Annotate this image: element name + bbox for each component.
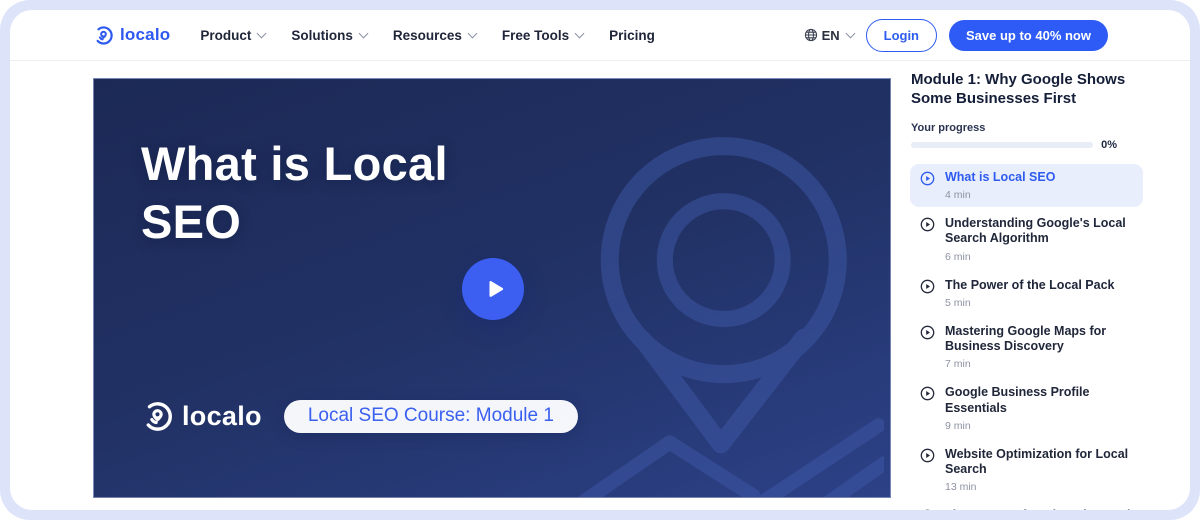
header: localo Product Solutions Resources Free … (10, 10, 1190, 61)
chevron-down-icon (575, 29, 585, 39)
lesson-item-website-optimization[interactable]: Website Optimization for Local Search 13… (910, 441, 1143, 500)
lesson-duration: 6 min (945, 251, 1133, 263)
nav-label: Product (200, 28, 251, 43)
lesson-title: Google Business Profile Essentials (945, 385, 1133, 416)
lesson-title: Understanding Google's Local Search Algo… (945, 216, 1133, 247)
lesson-title: Mastering Google Maps for Business Disco… (945, 324, 1133, 355)
main-content: What is Local SEO (10, 61, 1190, 510)
nav-item-resources[interactable]: Resources (393, 28, 476, 43)
nav-item-solutions[interactable]: Solutions (291, 28, 367, 43)
lesson-title: The Impact of Reviews in Local SEO (945, 508, 1133, 510)
page: localo Product Solutions Resources Free … (10, 10, 1190, 510)
nav-item-pricing[interactable]: Pricing (609, 28, 655, 43)
localo-pin-icon (141, 400, 174, 433)
chevron-down-icon (467, 29, 477, 39)
play-circle-icon (920, 509, 935, 510)
brand-name: localo (120, 25, 170, 45)
nav-item-free-tools[interactable]: Free Tools (502, 28, 583, 43)
main-nav: Product Solutions Resources Free Tools P… (200, 28, 655, 43)
play-circle-icon (920, 279, 935, 294)
nav-label: Free Tools (502, 28, 569, 43)
play-circle-icon (920, 171, 935, 186)
nav-label: Pricing (609, 28, 655, 43)
nav-label: Resources (393, 28, 462, 43)
language-selector[interactable]: EN (804, 28, 854, 43)
promo-cta-button[interactable]: Save up to 40% now (949, 20, 1108, 51)
header-actions: EN Login Save up to 40% now (804, 19, 1108, 52)
lesson-item-local-pack[interactable]: The Power of the Local Pack 5 min (910, 272, 1143, 315)
lesson-duration: 13 min (945, 481, 1133, 493)
play-circle-icon (920, 217, 935, 232)
nav-item-product[interactable]: Product (200, 28, 265, 43)
lesson-duration: 4 min (945, 189, 1055, 201)
language-code: EN (822, 28, 840, 43)
nav-label: Solutions (291, 28, 353, 43)
progress-value: 0% (1101, 139, 1117, 151)
progress-bar (911, 142, 1093, 148)
login-button[interactable]: Login (866, 19, 937, 52)
video-player[interactable]: What is Local SEO (93, 78, 891, 498)
lesson-item-understanding-algorithm[interactable]: Understanding Google's Local Search Algo… (910, 210, 1143, 269)
lesson-item-business-profile[interactable]: Google Business Profile Essentials 9 min (910, 379, 1143, 438)
map-pin-watermark-icon (554, 129, 884, 498)
play-circle-icon (920, 325, 935, 340)
course-module-badge: Local SEO Course: Module 1 (284, 400, 578, 433)
video-footer: localo Local SEO Course: Module 1 (141, 400, 578, 433)
lesson-title: Website Optimization for Local Search (945, 447, 1133, 478)
progress-row: 0% (911, 139, 1117, 151)
lesson-title: What is Local SEO (945, 170, 1055, 185)
play-circle-icon (920, 448, 935, 463)
lesson-title: The Power of the Local Pack (945, 278, 1115, 293)
video-brand-name: localo (182, 401, 262, 432)
module-title: Module 1: Why Google Shows Some Business… (911, 71, 1143, 109)
window-frame: localo Product Solutions Resources Free … (0, 0, 1200, 520)
video-brand-logo: localo (141, 400, 262, 433)
brand-logo[interactable]: localo (93, 25, 170, 46)
lesson-list: What is Local SEO 4 min Understanding Go… (911, 164, 1143, 510)
course-sidebar: Module 1: Why Google Shows Some Business… (911, 71, 1143, 510)
progress-label: Your progress (911, 122, 1143, 134)
lesson-duration: 7 min (945, 358, 1133, 370)
localo-pin-icon (93, 25, 114, 46)
chevron-down-icon (845, 29, 855, 39)
video-title: What is Local SEO (141, 135, 511, 252)
lesson-item-reviews-impact[interactable]: The Impact of Reviews in Local SEO 5 min (910, 502, 1143, 510)
lesson-item-google-maps[interactable]: Mastering Google Maps for Business Disco… (910, 318, 1143, 377)
chevron-down-icon (257, 29, 267, 39)
chevron-down-icon (358, 29, 368, 39)
lesson-duration: 9 min (945, 420, 1133, 432)
play-button[interactable] (462, 258, 524, 320)
globe-icon (804, 28, 818, 42)
lesson-duration: 5 min (945, 297, 1115, 309)
lesson-item-what-is-local-seo[interactable]: What is Local SEO 4 min (910, 164, 1143, 207)
play-circle-icon (920, 386, 935, 401)
play-icon (482, 276, 508, 302)
